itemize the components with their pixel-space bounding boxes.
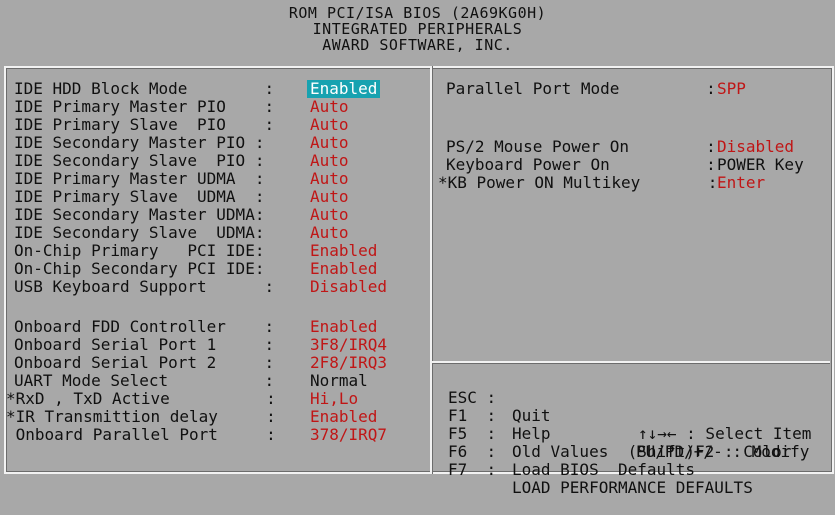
vendor-name: AWARD SOFTWARE, INC.: [322, 36, 513, 54]
setting-rxd-txd-active[interactable]: *RxD , TxD Active : Hi,Lo: [6, 390, 424, 408]
setting-value[interactable]: POWER Key: [714, 156, 807, 174]
setting-value[interactable]: Enabled: [307, 260, 380, 278]
setting-onboard-fdd-controller[interactable]: Onboard FDD Controller : Enabled: [14, 318, 424, 336]
setting-value[interactable]: 378/IRQ7: [307, 426, 390, 444]
setting-ir-transmission-delay[interactable]: *IR Transmittion delay : Enabled: [6, 408, 424, 426]
setting-label: *IR Transmittion delay :: [6, 407, 276, 426]
page-title: INTEGRATED PERIPHERALS: [312, 20, 523, 38]
setting-ps2-mouse-power-on[interactable]: PS/2 Mouse Power On : Disabled: [436, 138, 826, 156]
setting-value[interactable]: Disabled: [714, 138, 797, 156]
help-row-f6: F6 : Load BIOS Defaults: [448, 425, 828, 479]
setting-label: *KB Power ON Multikey :: [438, 173, 718, 192]
setting-ide-secondary-master-udma[interactable]: IDE Secondary Master UDMA: Auto: [14, 206, 424, 224]
setting-value[interactable]: Auto: [307, 188, 352, 206]
setting-value[interactable]: Enter: [714, 174, 768, 192]
setting-label: UART Mode Select :: [14, 371, 275, 390]
vertical-divider: [430, 66, 433, 474]
setting-label: IDE Secondary Master PIO :: [14, 133, 265, 152]
setting-kb-power-on-multikey[interactable]: *KB Power ON Multikey : Enter: [436, 174, 826, 192]
setting-ide-primary-master-pio[interactable]: IDE Primary Master PIO : Auto: [14, 98, 424, 116]
setting-label: IDE Secondary Slave PIO :: [14, 151, 265, 170]
setting-label: Onboard Parallel Port :: [6, 425, 276, 444]
setting-label: Parallel Port Mode :: [446, 79, 716, 98]
setting-label: IDE HDD Block Mode :: [14, 79, 275, 98]
bios-header: ROM PCI/ISA BIOS (2A69KG0H) INTEGRATED P…: [0, 0, 835, 62]
setting-ide-hdd-block-mode[interactable]: IDE HDD Block Mode : Enabled: [14, 80, 424, 98]
setting-label: IDE Primary Master UDMA :: [14, 169, 265, 188]
setting-label: IDE Secondary Master UDMA:: [14, 205, 265, 224]
setting-onboard-serial-port-2[interactable]: Onboard Serial Port 2 : 2F8/IRQ3: [14, 354, 424, 372]
setting-label: Onboard Serial Port 2 :: [14, 353, 275, 372]
setting-label: On-Chip Secondary PCI IDE:: [14, 259, 265, 278]
setting-value[interactable]: Enabled: [307, 80, 381, 98]
setting-value[interactable]: Auto: [307, 224, 352, 242]
setting-ide-secondary-slave-udma[interactable]: IDE Secondary Slave UDMA: Auto: [14, 224, 424, 242]
setting-label: USB Keyboard Support :: [14, 277, 275, 296]
setting-value[interactable]: Hi,Lo: [307, 390, 361, 408]
setting-label: IDE Primary Master PIO :: [14, 97, 275, 116]
setting-value[interactable]: Auto: [307, 152, 352, 170]
setting-usb-keyboard-support[interactable]: USB Keyboard Support : Disabled: [14, 278, 424, 296]
setting-onboard-serial-port-1[interactable]: Onboard Serial Port 1 : 3F8/IRQ4: [14, 336, 424, 354]
setting-label: Onboard Serial Port 1 :: [14, 335, 275, 354]
help-desc: LOAD PERFORMANCE DEFAULTS: [512, 478, 753, 497]
setting-value[interactable]: Enabled: [307, 242, 380, 260]
setting-onboard-parallel-port[interactable]: Onboard Parallel Port : 378/IRQ7: [14, 426, 424, 444]
help-row-f5: F5 : Old Values (Shift)F2 : Color: [448, 407, 828, 461]
setting-value[interactable]: 3F8/IRQ4: [307, 336, 390, 354]
setting-onchip-secondary-pci-ide[interactable]: On-Chip Secondary PCI IDE: Enabled: [14, 260, 424, 278]
help-desc: Load BIOS Defaults: [512, 460, 696, 479]
setting-label: On-Chip Primary PCI IDE:: [14, 241, 265, 260]
horizontal-divider: [432, 361, 830, 364]
setting-ide-secondary-slave-pio[interactable]: IDE Secondary Slave PIO : Auto: [14, 152, 424, 170]
setting-ide-primary-slave-udma[interactable]: IDE Primary Slave UDMA : Auto: [14, 188, 424, 206]
setting-value[interactable]: Enabled: [307, 318, 380, 336]
setting-uart-mode-select[interactable]: UART Mode Select : Normal: [14, 372, 424, 390]
setting-value[interactable]: Auto: [307, 206, 352, 224]
setting-ide-primary-master-udma[interactable]: IDE Primary Master UDMA : Auto: [14, 170, 424, 188]
help-row-f7: F7 : LOAD PERFORMANCE DEFAULTS: [448, 443, 828, 497]
setting-value[interactable]: Enabled: [307, 408, 380, 426]
help-row-esc: ESC : Quit ↑↓→← : Select Item: [448, 371, 828, 443]
setting-label: IDE Primary Slave PIO :: [14, 115, 275, 134]
setting-onchip-primary-pci-ide[interactable]: On-Chip Primary PCI IDE: Enabled: [14, 242, 424, 260]
setting-value[interactable]: Auto: [307, 134, 352, 152]
setting-value[interactable]: SPP: [714, 80, 749, 98]
setting-value[interactable]: Auto: [307, 98, 352, 116]
setting-label: IDE Secondary Slave UDMA:: [14, 223, 265, 242]
setting-value[interactable]: Normal: [307, 372, 371, 390]
setting-label: Onboard FDD Controller :: [14, 317, 275, 336]
setting-value[interactable]: 2F8/IRQ3: [307, 354, 390, 372]
setting-label: *RxD , TxD Active :: [6, 389, 276, 408]
setting-value[interactable]: Auto: [307, 170, 352, 188]
bios-version-title: ROM PCI/ISA BIOS (2A69KG0H): [288, 4, 547, 22]
setting-label: Keyboard Power On :: [446, 155, 716, 174]
setting-label: IDE Primary Slave UDMA :: [14, 187, 265, 206]
setting-ide-secondary-master-pio[interactable]: IDE Secondary Master PIO : Auto: [14, 134, 424, 152]
setting-value[interactable]: Auto: [307, 116, 352, 134]
help-row-f1: F1 : Help PU/PD/+/- : Modify: [448, 389, 828, 461]
setting-ide-primary-slave-pio[interactable]: IDE Primary Slave PIO : Auto: [14, 116, 424, 134]
help-key: F7 :: [448, 460, 497, 479]
setting-value[interactable]: Disabled: [307, 278, 390, 296]
bios-screen: ROM PCI/ISA BIOS (2A69KG0H) INTEGRATED P…: [0, 0, 835, 497]
setting-label: PS/2 Mouse Power On :: [446, 137, 716, 156]
setting-keyboard-power-on[interactable]: Keyboard Power On : POWER Key: [436, 156, 826, 174]
setting-parallel-port-mode[interactable]: Parallel Port Mode : SPP: [436, 80, 826, 98]
